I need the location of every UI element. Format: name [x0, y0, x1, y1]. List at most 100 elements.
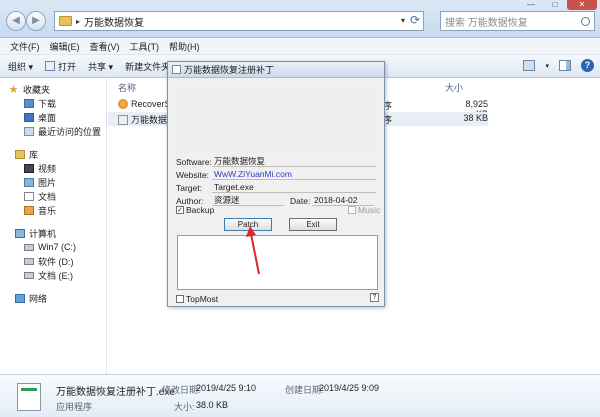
view-options-icon[interactable]	[523, 60, 536, 71]
software-value: 万能数据恢复	[212, 156, 376, 167]
sidebar-item-favorites[interactable]: ★ 收藏夹	[0, 82, 106, 96]
patch-button[interactable]: Patch	[224, 218, 272, 231]
patch-dialog: 万能数据恢复注册补丁 Software: 万能数据恢复 Website: WwW…	[167, 61, 385, 307]
search-input[interactable]: 搜索 万能数据恢复	[440, 11, 595, 31]
details-created-label: 创建日期:	[285, 385, 324, 395]
sidebar-item-label: 图片	[38, 177, 57, 188]
video-icon	[24, 163, 34, 173]
menu-view[interactable]: 查看(V)	[86, 40, 126, 53]
topmost-label: TopMost	[186, 294, 219, 304]
sidebar-item-label: 视频	[38, 163, 57, 174]
organize-button[interactable]: 组织 ▾	[8, 60, 33, 73]
navigation-pane: ★ 收藏夹 下载 桌面 最近访问的位置 库 视频 图片 文档 音乐 计算机 Wi…	[0, 78, 107, 374]
sidebar-item-documents[interactable]: 文档	[0, 189, 106, 203]
share-button[interactable]: 共享 ▾	[88, 60, 113, 73]
preview-pane-icon[interactable]	[559, 60, 571, 71]
sidebar-item-libraries[interactable]: 库	[0, 147, 106, 161]
software-label: Software:	[176, 156, 212, 167]
software-row: Software: 万能数据恢复	[176, 156, 376, 167]
dialog-titlebar[interactable]: 万能数据恢复注册补丁	[168, 62, 384, 78]
checkbox-empty-icon	[348, 206, 356, 214]
target-row: Target: Target.exe	[176, 182, 376, 193]
menu-help[interactable]: 帮助(H)	[165, 40, 206, 53]
sidebar-item-network[interactable]: 网络	[0, 291, 106, 305]
website-link[interactable]: WwW.ZiYuanMi.com	[212, 169, 376, 180]
downloads-icon	[24, 98, 34, 108]
drive-icon	[24, 257, 34, 265]
music-icon	[24, 205, 34, 215]
new-folder-button[interactable]: 新建文件夹	[125, 60, 170, 73]
minimize-button[interactable]: —	[519, 0, 543, 10]
file-name-label: 万能数据	[131, 115, 168, 125]
desktop-icon	[24, 112, 34, 122]
author-label: Author:	[176, 195, 204, 206]
dialog-help-button[interactable]: ?	[370, 293, 379, 302]
sidebar-item-computer[interactable]: 计算机	[0, 226, 106, 240]
address-dropdown-icon[interactable]: ▾	[401, 16, 405, 25]
column-header-name[interactable]: 名称	[118, 81, 136, 94]
sidebar-item-videos[interactable]: 视频	[0, 161, 106, 175]
sidebar-item-label: 计算机	[29, 228, 57, 239]
topmost-checkbox[interactable]: TopMost	[176, 294, 218, 304]
target-value: Target.exe	[212, 182, 376, 193]
search-icon[interactable]	[581, 16, 590, 26]
back-button[interactable]: ◀	[6, 11, 26, 31]
breadcrumb[interactable]: 万能数据恢复	[84, 14, 144, 29]
menu-edit[interactable]: 编辑(E)	[46, 40, 86, 53]
date-label: Date:	[290, 195, 311, 206]
close-button[interactable]: ✕	[567, 0, 597, 10]
search-placeholder: 搜索 万能数据恢复	[445, 17, 528, 29]
sidebar-item-downloads[interactable]: 下载	[0, 96, 106, 110]
menu-tools[interactable]: 工具(T)	[126, 40, 166, 53]
log-output[interactable]	[177, 235, 378, 290]
explorer-titlebar: ◀ ▶ ▸ 万能数据恢复 ▾ ⟳ 搜索 万能数据恢复 — □ ✕	[0, 0, 600, 38]
forward-button[interactable]: ▶	[26, 11, 46, 31]
help-icon[interactable]: ?	[581, 59, 594, 72]
library-icon	[15, 149, 25, 159]
maximize-button[interactable]: □	[543, 0, 567, 10]
music-label: Music	[358, 205, 381, 215]
website-row: Website: WwW.ZiYuanMi.com	[176, 169, 376, 180]
app-window-icon	[118, 114, 128, 125]
details-modified-label: 修改日期:	[162, 385, 201, 395]
drive-icon	[24, 243, 34, 251]
sidebar-item-drive-e[interactable]: 文档 (E:)	[0, 268, 106, 282]
recent-places-icon	[24, 126, 34, 136]
documents-icon	[24, 191, 34, 201]
backup-checkbox[interactable]: ✓ Backup	[176, 205, 214, 215]
sidebar-item-recent[interactable]: 最近访问的位置	[0, 124, 106, 138]
sidebar-item-drive-c[interactable]: Win7 (C:)	[0, 240, 106, 254]
target-label: Target:	[176, 182, 202, 193]
open-label: 打开	[58, 61, 77, 72]
address-bar[interactable]: ▸ 万能数据恢复 ▾ ⟳	[54, 11, 424, 31]
menu-file[interactable]: 文件(F)	[6, 40, 46, 53]
sidebar-item-music[interactable]: 音乐	[0, 203, 106, 217]
column-header-size[interactable]: 大小	[445, 81, 463, 94]
app-orange-icon	[118, 99, 128, 109]
file-name: 万能数据	[118, 113, 167, 126]
sidebar-item-label: 最近访问的位置	[38, 126, 102, 137]
open-button[interactable]: 打开	[45, 60, 76, 73]
breadcrumb-arrow-icon[interactable]: ▸	[76, 17, 80, 26]
sidebar-item-label: 软件 (D:)	[38, 256, 74, 267]
app-window-icon	[172, 65, 181, 74]
sidebar-item-desktop[interactable]: 桌面	[0, 110, 106, 124]
details-size-value: 38.0 KB	[196, 400, 229, 410]
file-size: 38 KB	[463, 113, 488, 123]
details-modified-value: 2019/4/25 9:10	[196, 383, 257, 393]
drive-icon	[24, 271, 34, 279]
refresh-icon[interactable]: ⟳	[410, 13, 420, 27]
sidebar-item-drive-d[interactable]: 软件 (D:)	[0, 254, 106, 268]
music-checkbox[interactable]: Music	[348, 205, 380, 215]
exit-button[interactable]: Exit	[289, 218, 337, 231]
details-file-type: 应用程序	[56, 402, 93, 412]
sidebar-item-label: 桌面	[38, 112, 57, 123]
sidebar-item-label: 下载	[38, 98, 57, 109]
view-dropdown-icon[interactable]: ▾	[545, 62, 549, 70]
sidebar-item-label: 收藏夹	[23, 84, 51, 95]
dialog-title: 万能数据恢复注册补丁	[184, 65, 275, 75]
author-value: 资源迷	[212, 195, 284, 206]
details-size-label: 大小:	[174, 402, 195, 412]
sidebar-item-pictures[interactable]: 图片	[0, 175, 106, 189]
file-thumbnail-icon	[17, 383, 41, 411]
